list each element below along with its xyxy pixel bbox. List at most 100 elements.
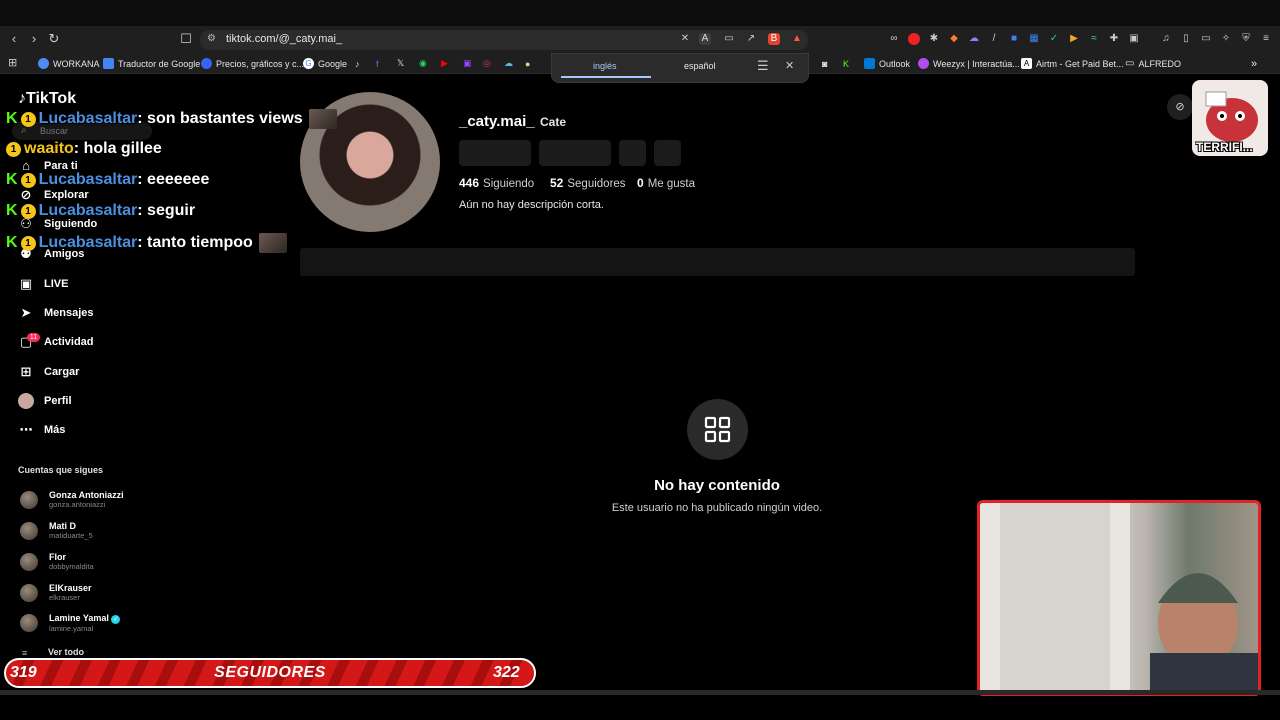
bookmark-outlook[interactable]: Outlook: [864, 56, 910, 71]
following-account-item[interactable]: ElKrauser elkrauser: [20, 583, 92, 602]
translate-close-icon[interactable]: ✕: [785, 59, 794, 72]
compass-icon: ⊘: [20, 187, 32, 202]
see-all-link[interactable]: Ver todo: [48, 647, 84, 657]
nav-more[interactable]: ⋯ Más: [18, 422, 66, 438]
instagram-bookmark-icon[interactable]: ◎: [483, 56, 491, 71]
brave-shield-icon[interactable]: B: [768, 33, 780, 45]
compass-float-icon[interactable]: ⊘: [1167, 94, 1193, 120]
reload-icon[interactable]: ↻: [46, 31, 62, 47]
sidebar-icon[interactable]: ▯: [1180, 33, 1192, 45]
webcam-overlay: [977, 500, 1261, 696]
message-button-placeholder[interactable]: [539, 140, 611, 166]
kick-bookmark-icon[interactable]: K: [843, 56, 849, 71]
share-icon[interactable]: ↗: [745, 33, 757, 45]
vpn-icon[interactable]: ⛨: [1240, 33, 1252, 45]
nav-explore[interactable]: ⊘ Explorar: [18, 187, 89, 203]
bookmark-airtm[interactable]: A Airtm - Get Paid Bet...: [1021, 56, 1124, 71]
bookmark-folder-alfredo[interactable]: ▭ ALFREDO: [1125, 56, 1181, 71]
tiktok-note-icon: ♪: [18, 90, 26, 107]
bookmark-weezyx[interactable]: Weezyx | Interactúa...: [918, 56, 1020, 71]
activity-badge: 11: [27, 333, 40, 342]
nav-upload[interactable]: ⊞ Cargar: [18, 364, 80, 380]
extension-red-icon[interactable]: [908, 33, 920, 45]
list-icon: ≡: [22, 648, 28, 658]
nav-profile[interactable]: Perfil: [18, 393, 72, 409]
youtube-bookmark-icon[interactable]: ▶: [441, 56, 448, 71]
back-icon[interactable]: ‹: [6, 31, 22, 47]
extension-grid-icon[interactable]: ▦: [1028, 33, 1040, 45]
whatsapp-bookmark-icon[interactable]: ◉: [419, 56, 427, 71]
tiktok-bookmark-icon[interactable]: ♪: [355, 56, 360, 71]
alert-text: TERRIFI...: [1196, 140, 1253, 154]
profile-username: _caty.mai_: [459, 113, 535, 130]
followers-goal: 322: [493, 664, 520, 681]
following-stat[interactable]: 446 Siguiendo: [459, 176, 534, 190]
likes-stat: 0 Me gusta: [637, 176, 695, 190]
brave-rewards-icon[interactable]: ▲: [791, 33, 803, 45]
extension-box-icon[interactable]: ▣: [1128, 33, 1140, 45]
bookmark-prices[interactable]: Precios, gráficos y c...: [201, 56, 304, 71]
avatar: [20, 552, 38, 571]
extensions-puzzle-icon[interactable]: ✚: [1108, 33, 1120, 45]
extension-cloud-icon[interactable]: ☁: [968, 33, 980, 45]
cloud-bookmark-icon[interactable]: ☁: [504, 56, 513, 71]
install-icon[interactable]: ▭: [723, 33, 735, 45]
media-icon[interactable]: ♫: [1160, 33, 1172, 45]
translate-tab-source[interactable]: inglés: [593, 61, 617, 71]
extension-glasses-icon[interactable]: ∞: [888, 33, 900, 45]
chat-message: K 1 Lucabasaltar: son bastantes views: [6, 109, 337, 129]
apps-grid-icon[interactable]: ⊞: [8, 56, 17, 69]
followers-stat[interactable]: 52 Seguidores: [550, 176, 626, 190]
wallet-icon[interactable]: ▭: [1200, 33, 1212, 45]
emote-icon: [308, 109, 337, 129]
nav-messages[interactable]: ➤ Mensajes: [18, 305, 94, 321]
coinmarketcap-icon: [201, 58, 212, 69]
facebook-bookmark-icon[interactable]: f: [376, 56, 379, 71]
outlook-icon: [864, 58, 875, 69]
translate-tab-target[interactable]: español: [684, 61, 716, 71]
forward-icon[interactable]: ›: [26, 31, 42, 47]
camera-bookmark-icon[interactable]: ◙: [822, 56, 827, 71]
tiktok-logo[interactable]: ♪TikTok: [18, 90, 76, 108]
follow-button-placeholder[interactable]: [459, 140, 531, 166]
extension-green-icon[interactable]: ✓: [1048, 33, 1060, 45]
google-icon: G: [303, 58, 314, 69]
bookmark-icon[interactable]: ☐: [178, 31, 194, 47]
more-bookmarks-icon[interactable]: »: [1251, 56, 1257, 71]
translate-options-icon[interactable]: ☰: [757, 58, 769, 74]
bookmark-translator[interactable]: Traductor de Google: [103, 56, 200, 71]
avatar: [20, 583, 38, 602]
x-bookmark-icon[interactable]: 𝕏: [397, 56, 404, 71]
extension-bookmark-icon[interactable]: ■: [1008, 33, 1020, 45]
messages-icon: ➤: [20, 305, 32, 320]
chat-message: K 1 Lucabasaltar: tanto tiempoo: [6, 233, 287, 253]
translate-off-icon[interactable]: ✕: [679, 33, 691, 45]
bookmark-workana[interactable]: WORKANA: [38, 56, 100, 71]
twitch-bookmark-icon[interactable]: ▣: [463, 56, 472, 71]
leo-icon[interactable]: ✧: [1220, 33, 1232, 45]
url-text[interactable]: tiktok.com/@_caty.mai_: [226, 33, 342, 45]
translate-icon[interactable]: A: [699, 33, 711, 45]
bookmark-google[interactable]: G Google: [303, 56, 347, 71]
extension-fox-icon[interactable]: ◆: [948, 33, 960, 45]
following-account-item[interactable]: Flor dobbymaldita: [20, 552, 94, 571]
horizontal-scrollbar[interactable]: [0, 690, 1280, 695]
site-info-icon[interactable]: ⚙: [207, 33, 216, 44]
upload-icon: ⊞: [20, 364, 32, 379]
extension-pin-icon[interactable]: ✱: [928, 33, 940, 45]
extension-wave-icon[interactable]: ≈: [1088, 33, 1100, 45]
misc-bookmark-icon[interactable]: ●: [525, 56, 530, 71]
profile-tabs-placeholder: [300, 248, 1135, 276]
more-button-placeholder[interactable]: [654, 140, 681, 166]
extension-dropper-icon[interactable]: /: [988, 33, 1000, 45]
following-account-item[interactable]: Lamine Yamal ✓ lamine.yamal: [20, 613, 121, 633]
chrome-icon: [38, 58, 49, 69]
nav-live[interactable]: ▣ LIVE: [18, 276, 69, 292]
extension-play-icon[interactable]: ▶: [1068, 33, 1080, 45]
following-account-item[interactable]: Mati Dmatiduarte_5: [20, 521, 93, 540]
menu-icon[interactable]: ≡: [1260, 33, 1272, 45]
following-account-item[interactable]: Gonza Antoniazzi gonza.antoniazzi: [20, 490, 124, 509]
suggest-button-placeholder[interactable]: [619, 140, 646, 166]
profile-bio: Aún no hay descripción corta.: [459, 199, 604, 211]
avatar: [20, 490, 38, 509]
